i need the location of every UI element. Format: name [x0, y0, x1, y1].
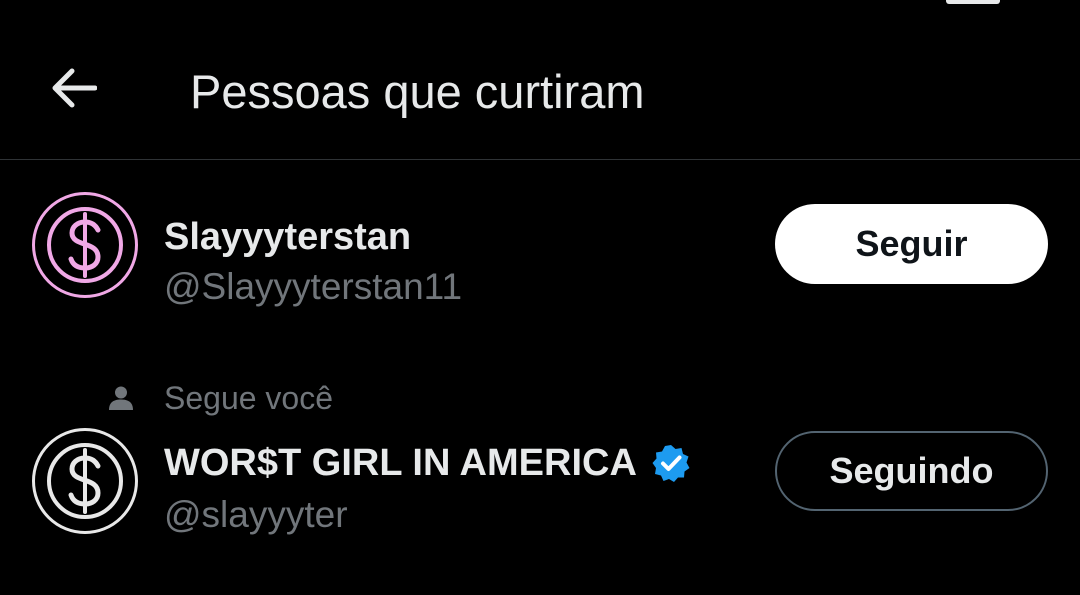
likers-page: Pessoas que curtiram Slayyyterstan @Slay… — [0, 0, 1080, 595]
social-context: Segue você — [108, 378, 333, 418]
display-name[interactable]: WOR$T GIRL IN AMERICA — [164, 440, 691, 486]
verified-badge-icon — [652, 445, 690, 482]
following-button[interactable]: Seguindo — [775, 431, 1048, 511]
social-context-text: Segue você — [164, 379, 334, 416]
avatar[interactable] — [32, 428, 138, 534]
display-name-text: WOR$T GIRL IN AMERICA — [164, 441, 637, 484]
user-list-item[interactable]: Segue você WOR$T GIRL IN AMERICA @slayyy… — [0, 0, 1080, 595]
dollar-sign-icon — [47, 443, 123, 519]
user-handle: @slayyyter — [164, 494, 348, 535]
person-icon — [109, 386, 133, 410]
